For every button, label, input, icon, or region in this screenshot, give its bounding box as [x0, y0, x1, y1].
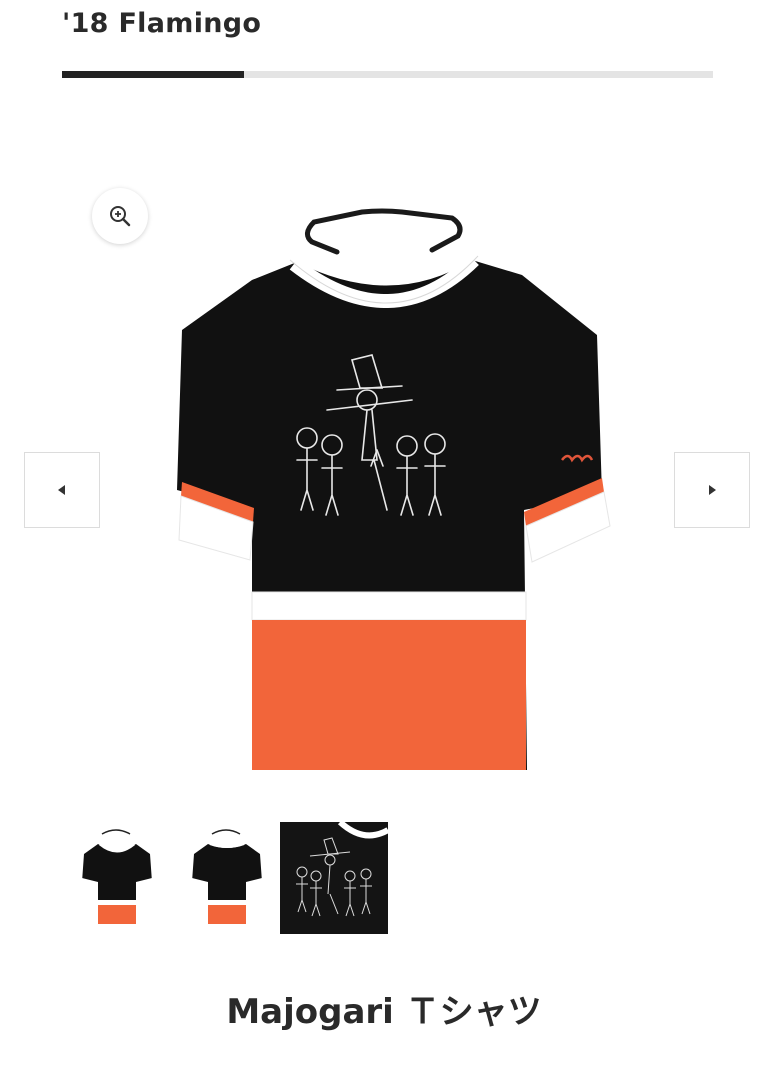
- zoom-button[interactable]: [92, 188, 148, 244]
- collection-title: '18 Flamingo: [62, 8, 262, 39]
- thumbnail-print-detail[interactable]: [280, 819, 390, 934]
- next-image-button[interactable]: [674, 452, 750, 528]
- arrow-left-icon: [58, 485, 65, 495]
- product-title: Majogari Ｔシャツ: [226, 992, 542, 1032]
- arrow-right-icon: [709, 485, 716, 495]
- gallery-progress-fill: [62, 71, 245, 78]
- thumbnail-back[interactable]: [172, 822, 280, 934]
- hanger: [305, 208, 463, 255]
- zoom-in-icon: [110, 206, 131, 227]
- thumbnail-strip: [62, 819, 402, 934]
- body-orange-panel: [252, 620, 526, 770]
- thumbnail-front[interactable]: [62, 822, 170, 934]
- previous-image-button[interactable]: [24, 452, 100, 528]
- product-main-image[interactable]: [62, 160, 702, 810]
- gallery-progress-track: [62, 71, 713, 78]
- body-white-stripe: [251, 591, 527, 621]
